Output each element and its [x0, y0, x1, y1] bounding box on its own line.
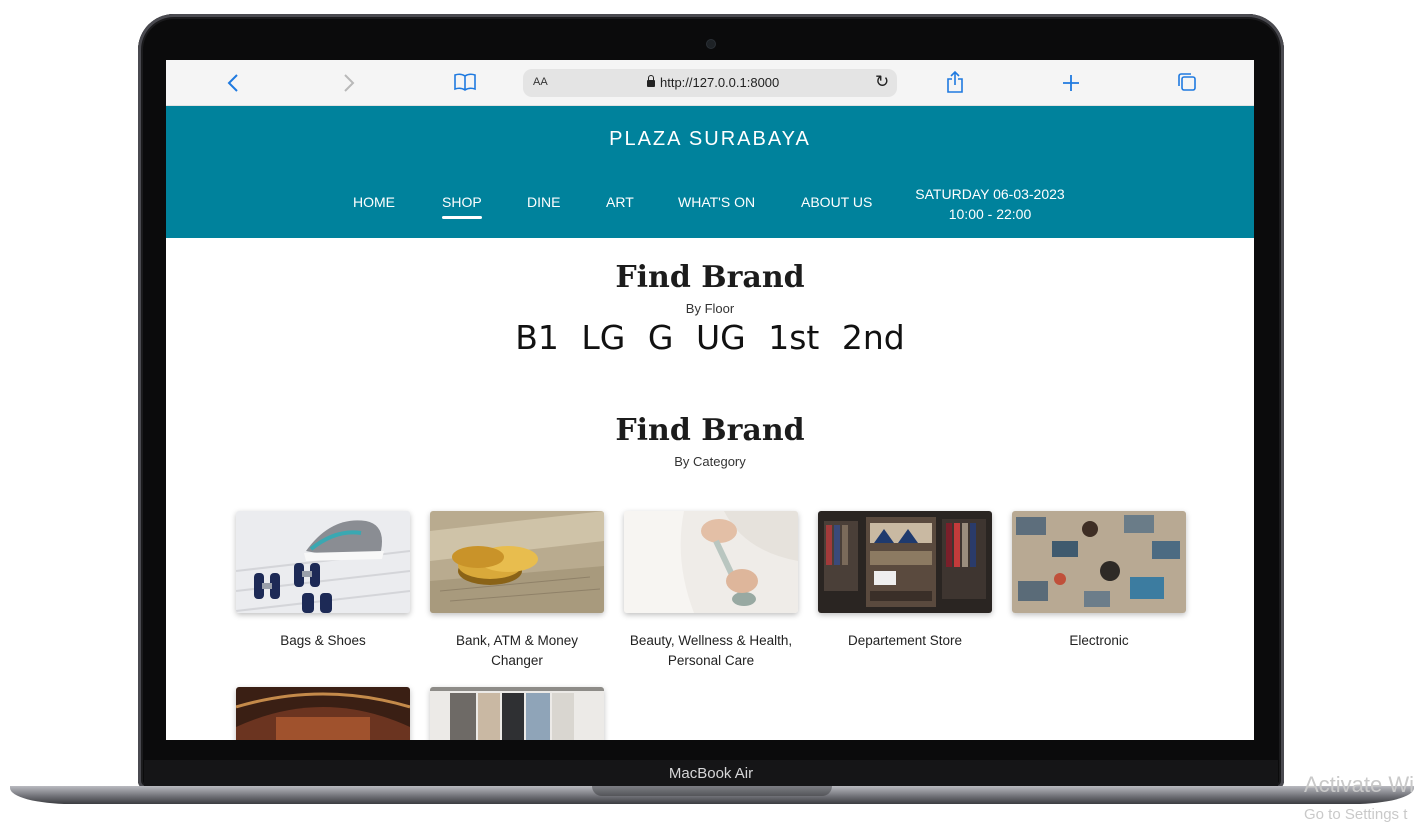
category-label[interactable]: Bank, ATM & Money Changer	[430, 631, 604, 671]
category-label[interactable]: Electronic	[1012, 631, 1186, 651]
find-brand-floor-subtitle: By Floor	[685, 301, 735, 316]
category-image-laptops[interactable]	[1012, 511, 1186, 613]
hours-range: 10:00 - 22:00	[948, 206, 1032, 222]
browser-screen: AA http://127.0.0.1:8000 ↻ PLAZA SURABAY…	[166, 60, 1254, 740]
site-header: PLAZA SURABAYA HOME SHOP DINE ART WHAT'S…	[166, 106, 1254, 238]
category-card-theater[interactable]	[236, 687, 410, 740]
floor-1st[interactable]: 1st	[768, 318, 819, 357]
category-image-gold-coins[interactable]	[430, 511, 604, 613]
nav-art[interactable]: ART	[606, 194, 634, 210]
category-card-clothing[interactable]	[430, 687, 604, 740]
floor-2nd[interactable]: 2nd	[842, 318, 905, 357]
share-icon[interactable]	[946, 70, 964, 94]
category-image-clothing-rack[interactable]	[430, 687, 604, 740]
category-image-theater[interactable]	[236, 687, 410, 740]
find-brand-category-subtitle: By Category	[674, 454, 746, 469]
find-brand-floor-title: Find Brand	[615, 260, 805, 295]
floor-b1[interactable]: B1	[515, 318, 559, 357]
category-card-department-store[interactable]: Departement Store	[818, 511, 992, 651]
bookmarks-icon[interactable]	[454, 73, 476, 91]
category-card-bank-atm[interactable]: Bank, ATM & Money Changer	[430, 511, 604, 671]
site-brand[interactable]: PLAZA SURABAYA	[166, 128, 1254, 151]
browser-toolbar: AA http://127.0.0.1:8000 ↻	[166, 60, 1254, 106]
category-label[interactable]: Bags & Shoes	[236, 631, 410, 651]
floor-selector: B1 LG G UG 1st 2nd	[166, 318, 1254, 357]
floor-ug[interactable]: UG	[696, 318, 746, 357]
floor-lg[interactable]: LG	[581, 318, 625, 357]
tabs-overview-icon[interactable]	[1177, 72, 1197, 92]
webcam-icon	[706, 39, 716, 49]
url-value: http://127.0.0.1:8000	[660, 75, 780, 90]
category-card-beauty-wellness[interactable]: Beauty, Wellness & Health, Personal Care	[624, 511, 798, 671]
address-bar[interactable]: AA http://127.0.0.1:8000 ↻	[523, 69, 897, 97]
category-label[interactable]: Departement Store	[818, 631, 992, 651]
nav-home[interactable]: HOME	[353, 194, 395, 210]
find-brand-category-title: Find Brand	[615, 413, 805, 448]
nav-dine[interactable]: DINE	[527, 194, 560, 210]
new-tab-icon[interactable]	[1062, 74, 1080, 92]
category-card-electronic[interactable]: Electronic	[1012, 511, 1186, 651]
reload-icon[interactable]: ↻	[875, 72, 889, 92]
text-size-button[interactable]: AA	[533, 76, 548, 88]
category-image-face-roller[interactable]	[624, 511, 798, 613]
category-image-clothing-store[interactable]	[818, 511, 992, 613]
forward-icon[interactable]	[342, 73, 356, 93]
url-text[interactable]: http://127.0.0.1:8000	[647, 75, 779, 90]
lock-icon	[647, 75, 655, 87]
category-card-bags-shoes[interactable]: Bags & Shoes	[236, 511, 410, 651]
nav-shop[interactable]: SHOP	[442, 194, 482, 219]
activation-watermark-subtitle: Go to Settings t	[1304, 806, 1408, 823]
floor-g[interactable]: G	[648, 318, 674, 357]
nav-about-us[interactable]: ABOUT US	[801, 194, 872, 210]
opening-hours: SATURDAY 06-03-2023 10:00 - 22:00	[910, 184, 1070, 224]
category-label[interactable]: Beauty, Wellness & Health, Personal Care	[624, 631, 798, 671]
back-icon[interactable]	[226, 73, 240, 93]
current-date: SATURDAY 06-03-2023	[915, 186, 1065, 202]
laptop-model-label: MacBook Air	[668, 765, 754, 782]
category-image-sneakers[interactable]	[236, 511, 410, 613]
laptop-notch	[592, 786, 832, 796]
nav-whats-on[interactable]: WHAT'S ON	[678, 194, 755, 210]
activation-watermark-title: Activate Wi	[1304, 772, 1415, 797]
